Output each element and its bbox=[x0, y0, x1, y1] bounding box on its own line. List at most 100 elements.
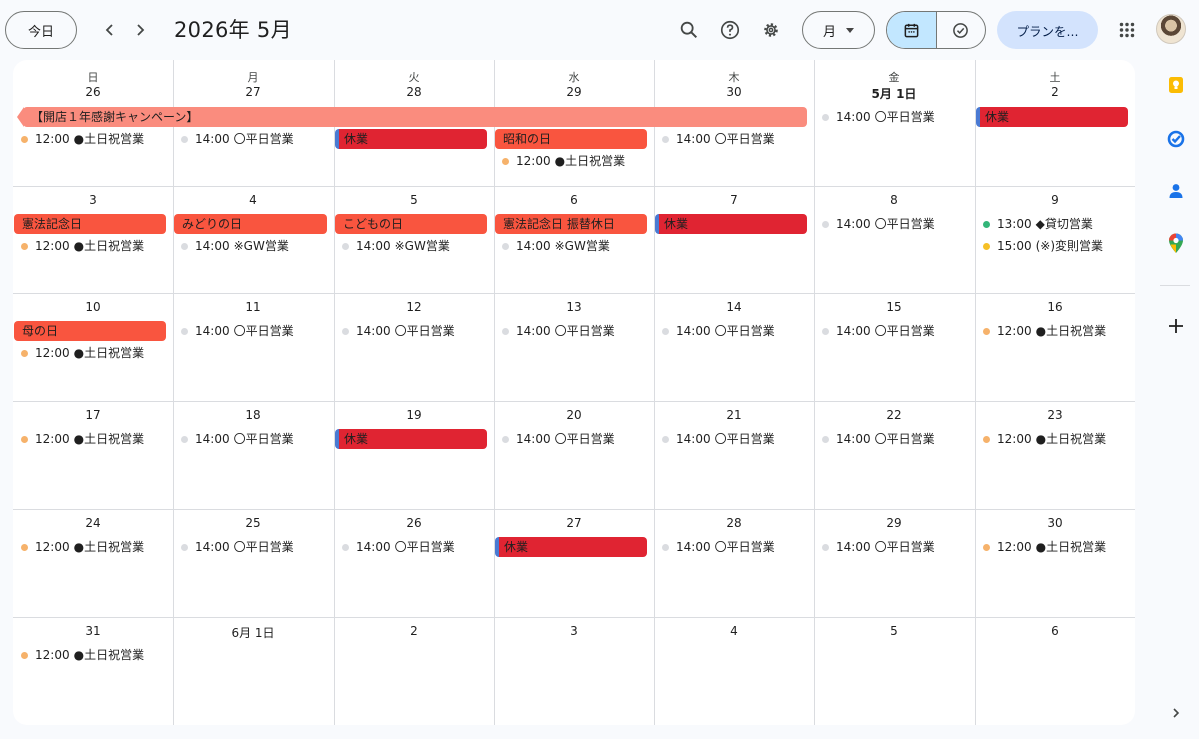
day-number[interactable]: 6 bbox=[494, 193, 654, 207]
day-number[interactable]: 11 bbox=[173, 300, 333, 314]
closed-event-bar[interactable]: 休業 bbox=[976, 107, 1128, 127]
holiday-event-bar[interactable]: 憲法記念日 bbox=[14, 214, 166, 234]
timed-event[interactable]: 14:00 〇平日営業 bbox=[662, 538, 775, 556]
timed-event[interactable]: 15:00 (※)変則営業 bbox=[983, 237, 1103, 255]
timed-event[interactable]: 14:00 ※GW営業 bbox=[181, 237, 289, 255]
add-icon[interactable] bbox=[1163, 313, 1189, 339]
day-number[interactable]: 16 bbox=[975, 300, 1135, 314]
contacts-icon[interactable] bbox=[1163, 178, 1189, 204]
day-number[interactable]: 9 bbox=[975, 193, 1135, 207]
timed-event[interactable]: 14:00 〇平日営業 bbox=[342, 322, 455, 340]
timed-event[interactable]: 14:00 〇平日営業 bbox=[502, 322, 615, 340]
day-number[interactable]: 5 bbox=[814, 624, 974, 638]
day-number[interactable]: 4 bbox=[173, 193, 333, 207]
timed-event[interactable]: 12:00 ●土日祝営業 bbox=[983, 322, 1106, 340]
timed-event[interactable]: 14:00 〇平日営業 bbox=[181, 430, 294, 448]
closed-event-bar[interactable]: 休業 bbox=[335, 129, 487, 149]
chevron-left-icon[interactable] bbox=[95, 15, 125, 45]
timed-event[interactable]: 14:00 〇平日営業 bbox=[181, 322, 294, 340]
timed-event[interactable]: 14:00 〇平日営業 bbox=[662, 130, 775, 148]
holiday-event-bar[interactable]: 昭和の日 bbox=[495, 129, 647, 149]
day-number[interactable]: 25 bbox=[173, 516, 333, 530]
day-number[interactable]: 15 bbox=[814, 300, 974, 314]
day-number[interactable]: 21 bbox=[654, 408, 814, 422]
timed-event[interactable]: 14:00 ※GW営業 bbox=[342, 237, 450, 255]
day-number[interactable]: 2 bbox=[975, 85, 1135, 99]
search-icon[interactable] bbox=[671, 12, 707, 48]
holiday-event-bar[interactable]: こどもの日 bbox=[335, 214, 487, 234]
day-number[interactable]: 27 bbox=[494, 516, 654, 530]
day-number[interactable]: 18 bbox=[173, 408, 333, 422]
day-number[interactable]: 5月 1日 bbox=[814, 85, 974, 102]
timed-event[interactable]: 14:00 〇平日営業 bbox=[662, 322, 775, 340]
day-number[interactable]: 12 bbox=[334, 300, 494, 314]
today-button[interactable]: 今日 bbox=[5, 11, 77, 49]
holiday-event-bar[interactable]: 憲法記念日 振替休日 bbox=[495, 214, 647, 234]
tasks-icon[interactable] bbox=[1163, 126, 1189, 152]
day-number[interactable]: 26 bbox=[334, 516, 494, 530]
day-number[interactable]: 3 bbox=[13, 193, 173, 207]
day-number[interactable]: 30 bbox=[975, 516, 1135, 530]
day-number[interactable]: 10 bbox=[13, 300, 173, 314]
timed-event[interactable]: 12:00 ●土日祝営業 bbox=[21, 538, 144, 556]
closed-event-bar[interactable]: 休業 bbox=[655, 214, 807, 234]
day-number[interactable]: 28 bbox=[654, 516, 814, 530]
day-number[interactable]: 29 bbox=[814, 516, 974, 530]
day-number[interactable]: 6 bbox=[975, 624, 1135, 638]
chevron-right-icon[interactable] bbox=[125, 15, 155, 45]
day-number[interactable]: 6月 1日 bbox=[173, 624, 333, 641]
view-selector-dropdown[interactable]: 月 bbox=[802, 11, 875, 49]
timed-event[interactable]: 12:00 ●土日祝営業 bbox=[983, 430, 1106, 448]
plan-button[interactable]: プランを... bbox=[997, 11, 1098, 49]
timed-event[interactable]: 12:00 ●土日祝営業 bbox=[983, 538, 1106, 556]
expand-panel-icon[interactable] bbox=[1163, 700, 1189, 726]
holiday-event-bar[interactable]: 母の日 bbox=[14, 321, 166, 341]
apps-grid-icon[interactable] bbox=[1109, 12, 1145, 48]
gear-icon[interactable] bbox=[753, 12, 789, 48]
keep-icon[interactable] bbox=[1163, 72, 1189, 98]
day-number[interactable]: 17 bbox=[13, 408, 173, 422]
closed-event-bar[interactable]: 休業 bbox=[495, 537, 647, 557]
timed-event[interactable]: 14:00 〇平日営業 bbox=[662, 430, 775, 448]
day-number[interactable]: 28 bbox=[334, 85, 494, 99]
avatar[interactable] bbox=[1156, 14, 1186, 44]
timed-event[interactable]: 14:00 〇平日営業 bbox=[181, 130, 294, 148]
day-number[interactable]: 20 bbox=[494, 408, 654, 422]
timed-event[interactable]: 12:00 ●土日祝営業 bbox=[21, 344, 144, 362]
calendar-view-toggle[interactable] bbox=[887, 12, 937, 48]
day-number[interactable]: 14 bbox=[654, 300, 814, 314]
help-icon[interactable] bbox=[712, 12, 748, 48]
day-number[interactable]: 30 bbox=[654, 85, 814, 99]
timed-event[interactable]: 12:00 ●土日祝営業 bbox=[21, 130, 144, 148]
day-number[interactable]: 8 bbox=[814, 193, 974, 207]
day-number[interactable]: 5 bbox=[334, 193, 494, 207]
day-number[interactable]: 24 bbox=[13, 516, 173, 530]
day-number[interactable]: 22 bbox=[814, 408, 974, 422]
day-number[interactable]: 31 bbox=[13, 624, 173, 638]
day-number[interactable]: 2 bbox=[334, 624, 494, 638]
holiday-event-bar[interactable]: みどりの日 bbox=[174, 214, 327, 234]
day-number[interactable]: 7 bbox=[654, 193, 814, 207]
timed-event[interactable]: 14:00 〇平日営業 bbox=[822, 322, 935, 340]
timed-event[interactable]: 14:00 〇平日営業 bbox=[822, 108, 935, 126]
closed-event-bar[interactable]: 休業 bbox=[335, 429, 487, 449]
day-number[interactable]: 26 bbox=[13, 85, 173, 99]
day-number[interactable]: 29 bbox=[494, 85, 654, 99]
timed-event[interactable]: 14:00 〇平日営業 bbox=[822, 215, 935, 233]
day-number[interactable]: 19 bbox=[334, 408, 494, 422]
day-number[interactable]: 3 bbox=[494, 624, 654, 638]
day-number[interactable]: 13 bbox=[494, 300, 654, 314]
timed-event[interactable]: 12:00 ●土日祝営業 bbox=[21, 237, 144, 255]
timed-event[interactable]: 13:00 ◆貸切営業 bbox=[983, 215, 1093, 233]
day-number[interactable]: 27 bbox=[173, 85, 333, 99]
maps-icon[interactable] bbox=[1163, 230, 1189, 256]
timed-event[interactable]: 14:00 〇平日営業 bbox=[822, 538, 935, 556]
timed-event[interactable]: 12:00 ●土日祝営業 bbox=[21, 430, 144, 448]
timed-event[interactable]: 14:00 〇平日営業 bbox=[342, 538, 455, 556]
timed-event[interactable]: 12:00 ●土日祝営業 bbox=[21, 646, 144, 664]
tasks-view-toggle[interactable] bbox=[937, 12, 986, 48]
day-number[interactable]: 4 bbox=[654, 624, 814, 638]
campaign-event-bar[interactable]: 【開店１年感謝キャンペーン】 bbox=[23, 107, 807, 127]
timed-event[interactable]: 14:00 ※GW営業 bbox=[502, 237, 610, 255]
timed-event[interactable]: 14:00 〇平日営業 bbox=[181, 538, 294, 556]
